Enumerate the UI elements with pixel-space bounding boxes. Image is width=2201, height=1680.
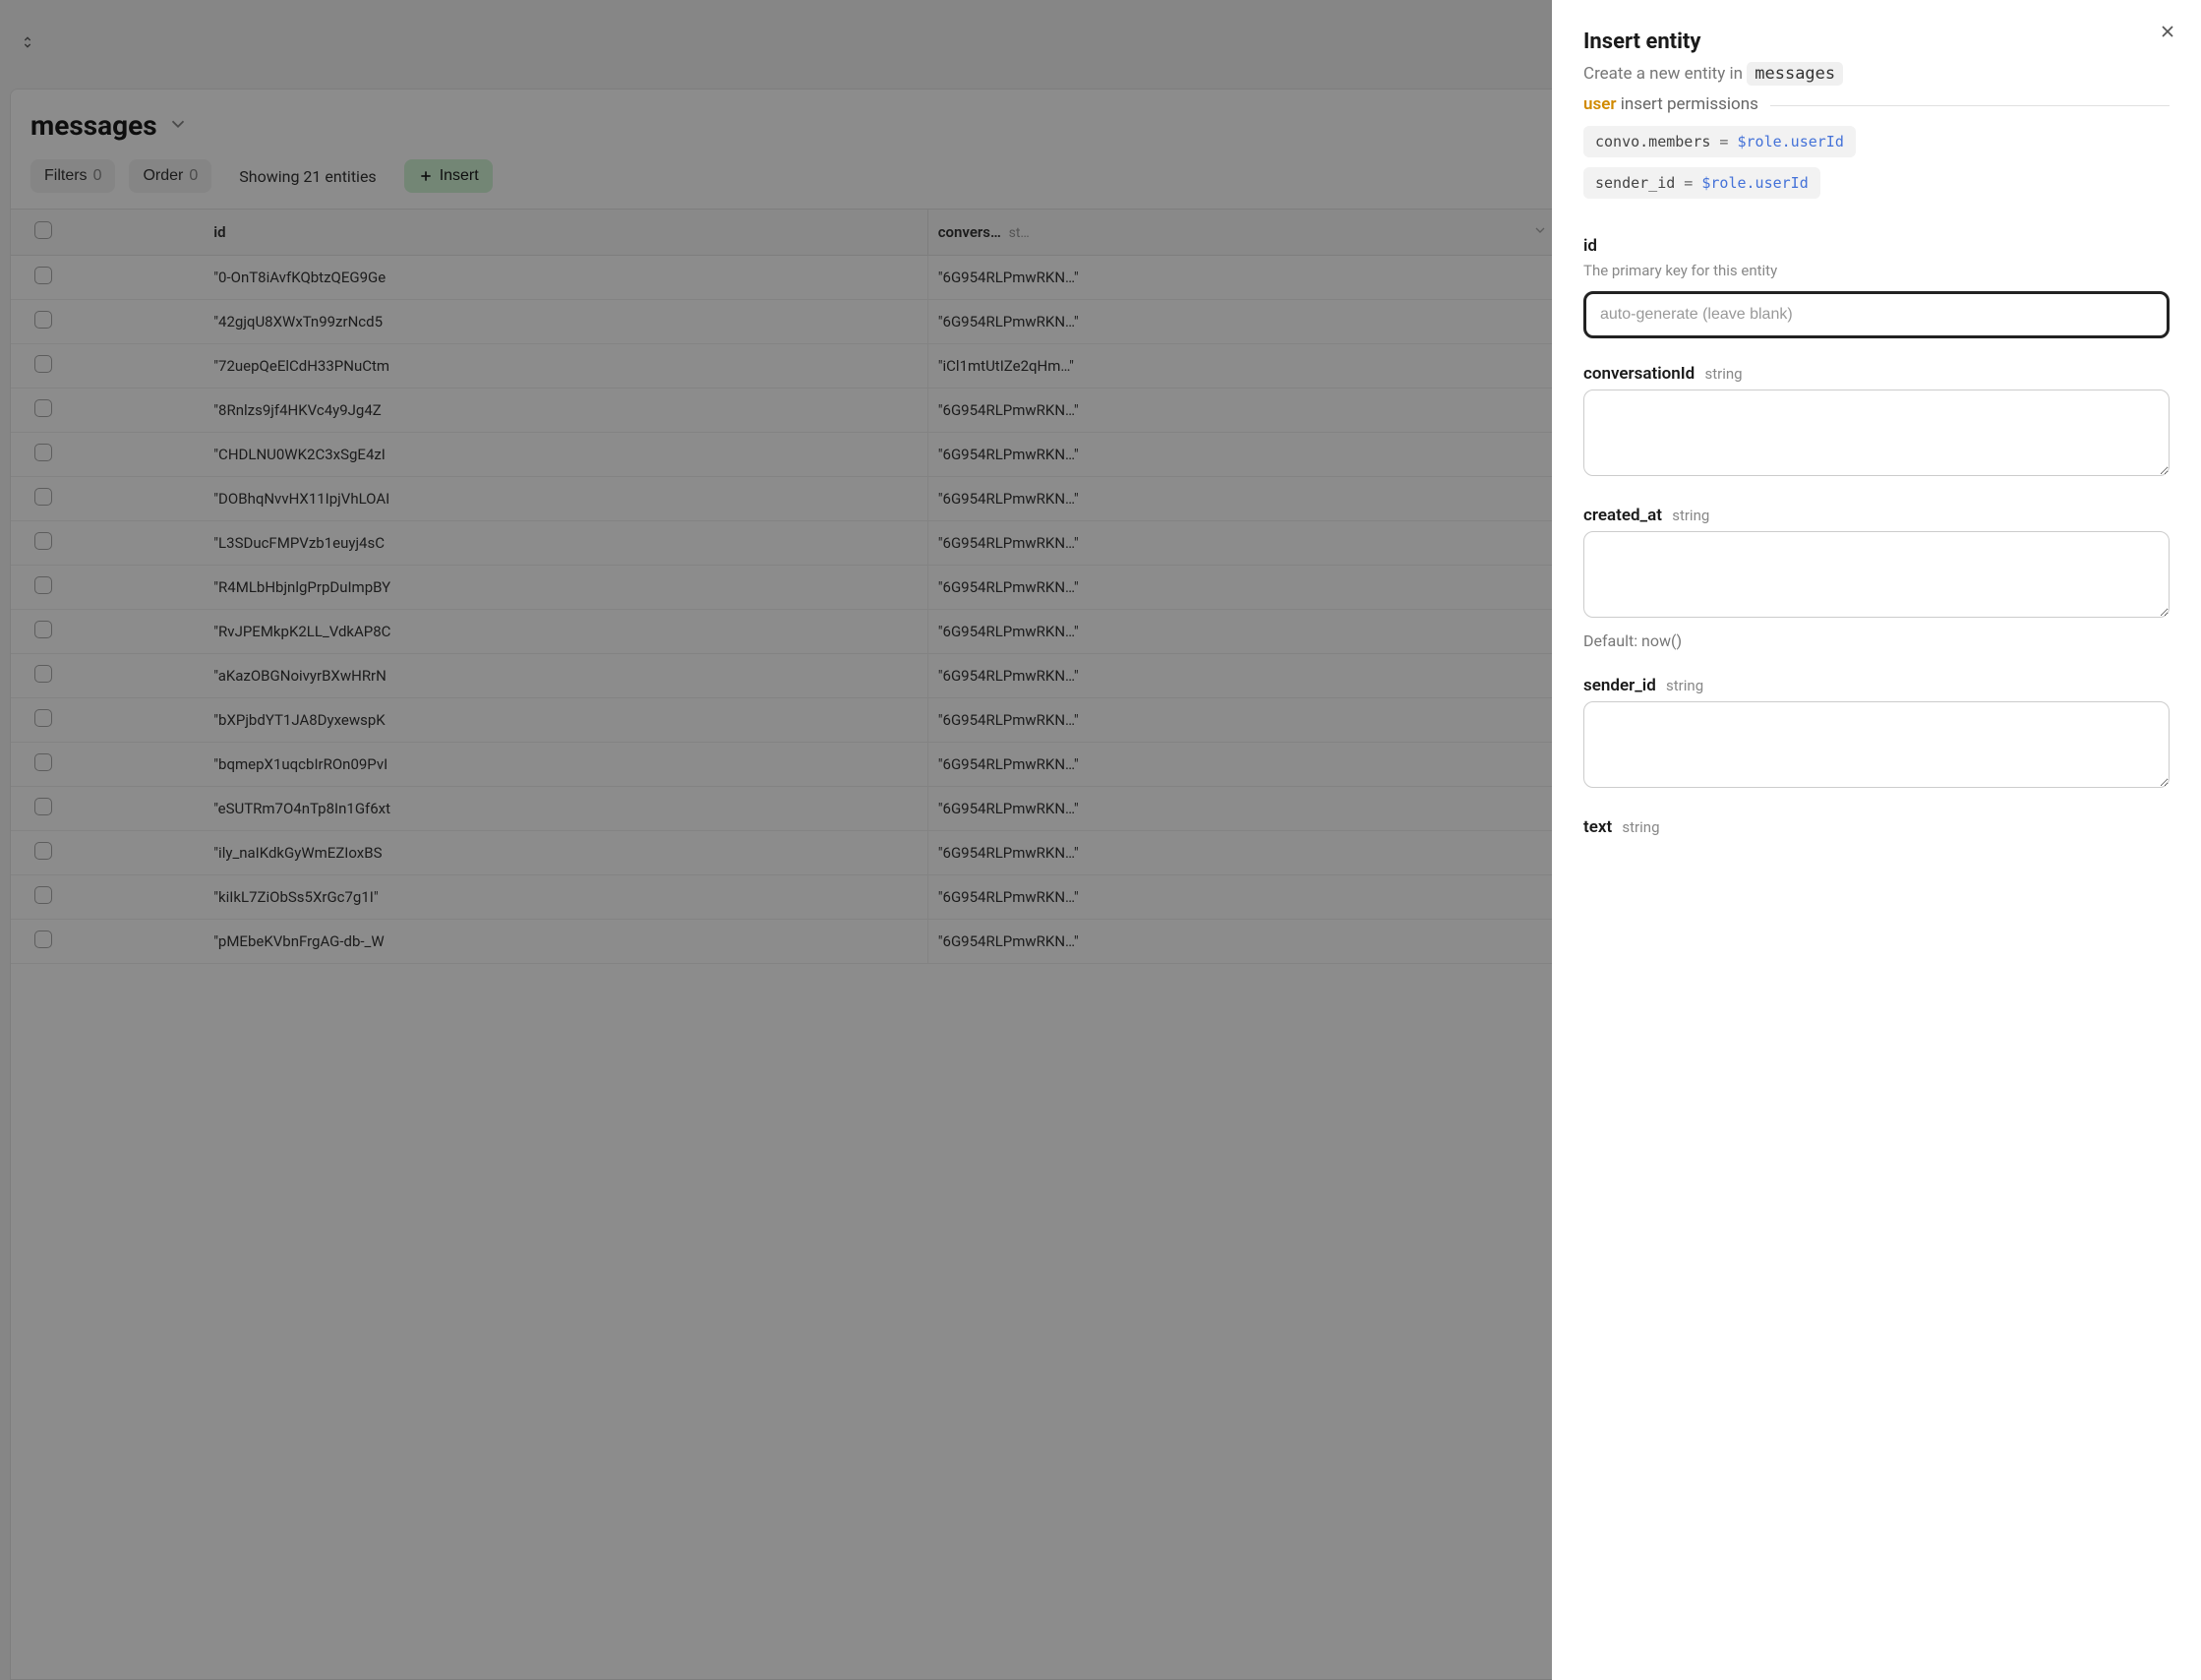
field-created-at: created_at string Default: now() bbox=[1583, 506, 2170, 650]
sender-id-input[interactable] bbox=[1583, 701, 2170, 788]
field-sender-id: sender_id string bbox=[1583, 676, 2170, 792]
field-label-text: text string bbox=[1583, 817, 2170, 837]
field-description-id: The primary key for this entity bbox=[1583, 262, 2170, 279]
close-icon bbox=[2158, 22, 2177, 41]
field-label-id: id bbox=[1583, 236, 2170, 256]
permission-rule: sender_id = $role.userId bbox=[1583, 167, 1820, 199]
field-id: id The primary key for this entity bbox=[1583, 236, 2170, 338]
field-label-sender-id: sender_id string bbox=[1583, 676, 2170, 695]
field-conversation-id: conversationId string bbox=[1583, 364, 2170, 480]
field-label-conversation-id: conversationId string bbox=[1583, 364, 2170, 384]
id-input[interactable] bbox=[1583, 291, 2170, 338]
close-button[interactable] bbox=[2154, 18, 2181, 48]
entity-name-tag: messages bbox=[1747, 62, 1843, 86]
conversation-id-input[interactable] bbox=[1583, 390, 2170, 476]
drawer-subtitle: Create a new entity in messages bbox=[1583, 64, 2170, 84]
permissions-legend: user insert permissions bbox=[1583, 94, 1770, 114]
drawer-title: Insert entity bbox=[1583, 30, 2170, 54]
permission-rule: convo.members = $role.userId bbox=[1583, 126, 1856, 157]
field-label-created-at: created_at string bbox=[1583, 506, 2170, 525]
permissions-section: user insert permissions convo.members = … bbox=[1583, 105, 2170, 209]
field-text: text string bbox=[1583, 817, 2170, 837]
insert-entity-drawer: Insert entity Create a new entity in mes… bbox=[1552, 0, 2201, 1680]
created-at-input[interactable] bbox=[1583, 531, 2170, 618]
field-default-created-at: Default: now() bbox=[1583, 631, 2170, 650]
